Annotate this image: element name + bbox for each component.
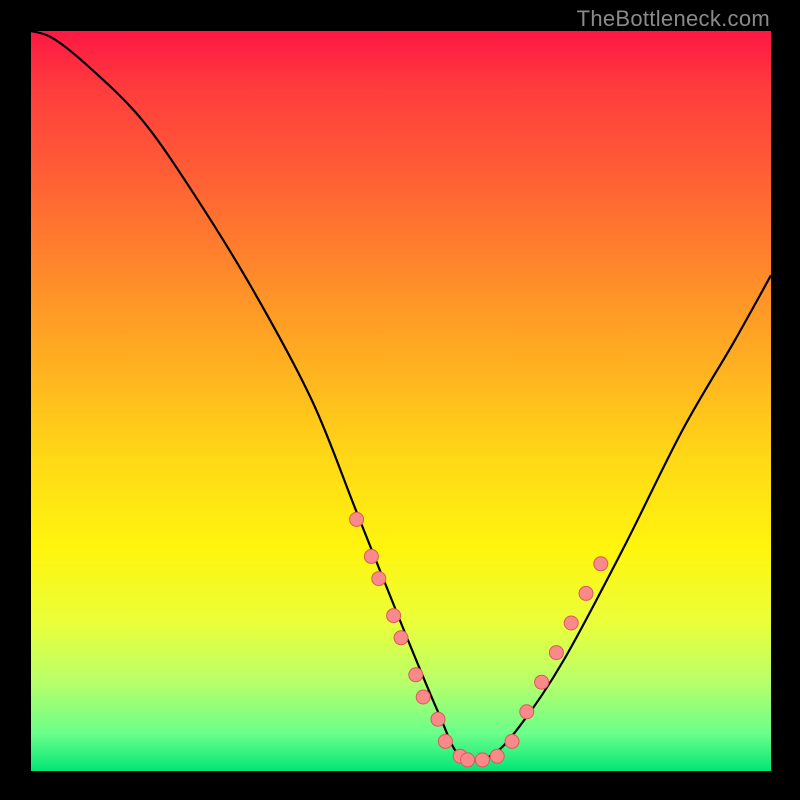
watermark-text: TheBottleneck.com <box>577 6 770 32</box>
plot-area <box>31 31 771 771</box>
gradient-background <box>31 31 771 771</box>
